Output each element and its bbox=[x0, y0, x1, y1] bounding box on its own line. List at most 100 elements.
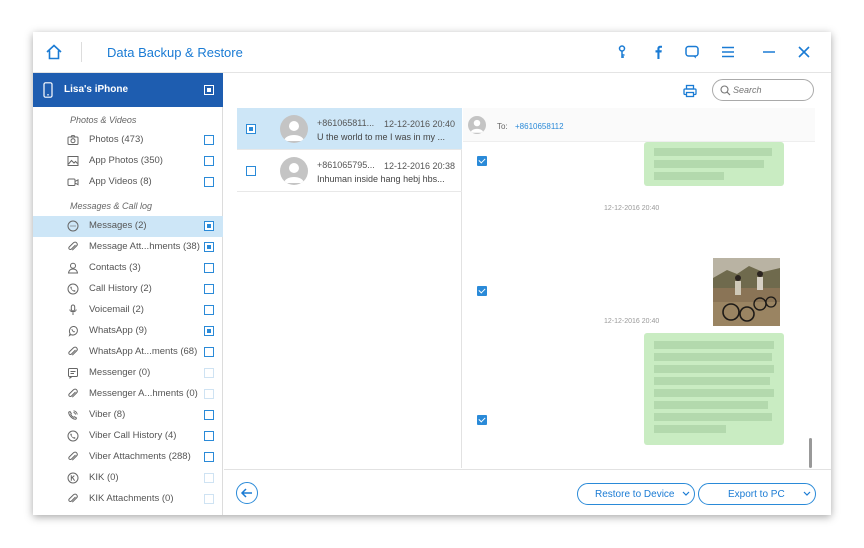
printer-icon[interactable] bbox=[683, 84, 697, 98]
sidebar-item-app-videos[interactable]: App Videos (8) bbox=[33, 172, 223, 193]
item-checkbox[interactable] bbox=[204, 263, 214, 273]
item-checkbox[interactable] bbox=[204, 368, 214, 378]
conversation-preview: Inhuman inside hang hebj hbs... bbox=[317, 174, 445, 184]
messenger-icon bbox=[68, 368, 78, 379]
item-checkbox[interactable] bbox=[204, 389, 214, 399]
recipient-number: +8610658112 bbox=[515, 122, 564, 131]
sidebar-item-message-attachments[interactable]: Message Att...hments (38) bbox=[33, 237, 223, 258]
item-checkbox[interactable] bbox=[204, 177, 214, 187]
device-select-all-checkbox[interactable] bbox=[204, 85, 214, 95]
sidebar-item-photos[interactable]: Photos (473) bbox=[33, 130, 223, 151]
message-timestamp: 12-12-2016 20:40 bbox=[604, 205, 660, 212]
camera-icon bbox=[67, 135, 79, 145]
message-checkbox[interactable] bbox=[477, 156, 487, 166]
device-header[interactable]: Lisa's iPhone bbox=[33, 73, 223, 107]
home-icon[interactable] bbox=[45, 43, 63, 61]
paperclip-icon bbox=[68, 493, 78, 503]
sidebar-item-label: Messages (2) bbox=[89, 220, 147, 231]
sidebar-item-label: Viber Call History (4) bbox=[89, 430, 177, 441]
sidebar-item-label: App Videos (8) bbox=[89, 176, 152, 187]
minimize-icon[interactable] bbox=[761, 44, 777, 60]
item-checkbox[interactable] bbox=[204, 242, 214, 252]
avatar bbox=[468, 116, 486, 134]
content-toolbar bbox=[224, 73, 831, 107]
sidebar-item-messenger-attachments[interactable]: Messenger A...hments (0) bbox=[33, 384, 223, 405]
item-checkbox[interactable] bbox=[204, 452, 214, 462]
item-checkbox[interactable] bbox=[204, 305, 214, 315]
item-checkbox[interactable] bbox=[204, 284, 214, 294]
sidebar-item-whatsapp[interactable]: WhatsApp (9) bbox=[33, 321, 223, 342]
search-box[interactable] bbox=[712, 79, 814, 101]
key-icon[interactable] bbox=[614, 44, 630, 60]
sidebar-item-app-photos[interactable]: App Photos (350) bbox=[33, 151, 223, 172]
sidebar-item-label: Contacts (3) bbox=[89, 262, 141, 273]
item-checkbox[interactable] bbox=[204, 135, 214, 145]
paperclip-icon bbox=[68, 346, 78, 356]
conversation-item[interactable]: +861065811... 12-12-2016 20:40 U the wor… bbox=[237, 108, 462, 150]
conversation-item[interactable]: +861065795... 12-12-2016 20:38 Inhuman i… bbox=[237, 150, 462, 192]
message-checkbox[interactable] bbox=[477, 415, 487, 425]
app-title: Data Backup & Restore bbox=[107, 45, 243, 60]
item-checkbox[interactable] bbox=[204, 326, 214, 336]
item-checkbox[interactable] bbox=[204, 347, 214, 357]
export-button-label: Export to PC bbox=[728, 489, 785, 500]
search-icon bbox=[720, 85, 731, 96]
item-checkbox[interactable] bbox=[204, 221, 214, 231]
scrollbar-thumb[interactable] bbox=[809, 438, 812, 468]
phone-icon bbox=[67, 283, 79, 295]
message-icon bbox=[67, 220, 79, 232]
sidebar-item-messenger[interactable]: Messenger (0) bbox=[33, 363, 223, 384]
microphone-icon bbox=[69, 304, 77, 315]
back-button[interactable] bbox=[236, 482, 258, 504]
conversation-number: +861065811... bbox=[317, 118, 375, 128]
sidebar-item-viber-attachments[interactable]: Viber Attachments (288) bbox=[33, 447, 223, 468]
phone-device-icon bbox=[43, 82, 53, 98]
whatsapp-icon bbox=[68, 325, 78, 337]
message-detail-pane: To: +8610658112 12-12-2016 20:40 12-12-2… bbox=[463, 108, 815, 468]
phone-icon bbox=[67, 430, 79, 442]
sidebar-item-kik-attachments[interactable]: KIK Attachments (0) bbox=[33, 489, 223, 510]
sidebar-item-label: Photos (473) bbox=[89, 134, 144, 145]
close-icon[interactable] bbox=[796, 44, 812, 60]
sidebar-item-label: Message Att...hments (38) bbox=[89, 241, 200, 252]
sidebar-item-call-history[interactable]: Call History (2) bbox=[33, 279, 223, 300]
video-icon bbox=[67, 178, 79, 186]
item-checkbox[interactable] bbox=[204, 156, 214, 166]
sidebar: Lisa's iPhone Photos & Videos Photos (47… bbox=[33, 73, 223, 515]
message-checkbox[interactable] bbox=[477, 286, 487, 296]
sidebar-item-label: Call History (2) bbox=[89, 283, 152, 294]
facebook-icon[interactable] bbox=[650, 44, 666, 60]
feedback-icon[interactable] bbox=[684, 44, 700, 60]
conversation-checkbox[interactable] bbox=[246, 166, 256, 176]
sidebar-item-viber-call-history[interactable]: Viber Call History (4) bbox=[33, 426, 223, 447]
image-icon bbox=[67, 156, 79, 166]
sidebar-item-label: Messenger (0) bbox=[89, 367, 151, 378]
item-checkbox[interactable] bbox=[204, 494, 214, 504]
chevron-down-icon bbox=[803, 491, 811, 496]
detail-header: To: +8610658112 bbox=[463, 108, 815, 142]
sidebar-item-contacts[interactable]: Contacts (3) bbox=[33, 258, 223, 279]
conversation-checkbox[interactable] bbox=[246, 124, 256, 134]
search-input[interactable] bbox=[733, 83, 808, 97]
sidebar-item-messages[interactable]: Messages (2) bbox=[33, 216, 223, 237]
person-icon bbox=[67, 262, 79, 274]
avatar bbox=[280, 157, 308, 185]
restore-to-device-button[interactable]: Restore to Device bbox=[577, 483, 695, 505]
conversation-preview: U the world to me I was in my ... bbox=[317, 132, 446, 142]
item-checkbox[interactable] bbox=[204, 410, 214, 420]
item-checkbox[interactable] bbox=[204, 431, 214, 441]
conversation-list: +861065811... 12-12-2016 20:40 U the wor… bbox=[237, 108, 462, 468]
menu-icon[interactable] bbox=[720, 44, 736, 60]
sidebar-item-label: Messenger A...hments (0) bbox=[89, 388, 198, 399]
attachment-photo[interactable] bbox=[713, 258, 780, 326]
sidebar-item-label: App Photos (350) bbox=[89, 155, 163, 166]
category-messages-call-log: Messages & Call log bbox=[70, 201, 153, 211]
conversation-date: 12-12-2016 20:38 bbox=[384, 161, 456, 171]
title-separator bbox=[81, 42, 82, 62]
export-to-pc-button[interactable]: Export to PC bbox=[698, 483, 816, 505]
sidebar-item-voicemail[interactable]: Voicemail (2) bbox=[33, 300, 223, 321]
sidebar-item-whatsapp-attachments[interactable]: WhatsApp At...ments (68) bbox=[33, 342, 223, 363]
item-checkbox[interactable] bbox=[204, 473, 214, 483]
sidebar-item-kik[interactable]: KIK (0) bbox=[33, 468, 223, 489]
sidebar-item-viber[interactable]: Viber (8) bbox=[33, 405, 223, 426]
